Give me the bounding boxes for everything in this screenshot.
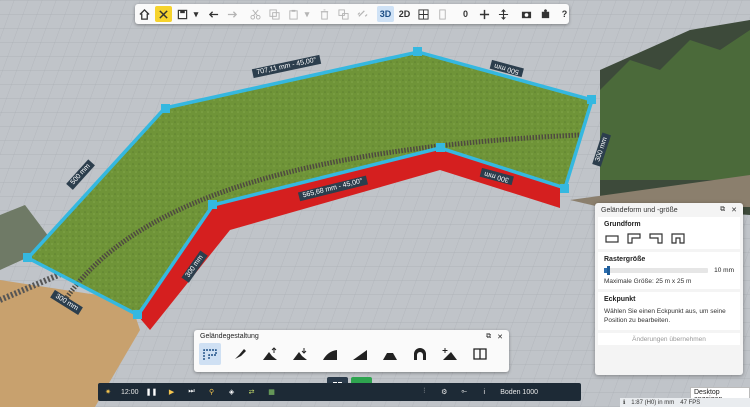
view-2d-button[interactable]: 2D xyxy=(396,6,413,22)
smooth-terrain-icon[interactable] xyxy=(319,343,341,365)
terrain-shape-tool-icon[interactable] xyxy=(199,343,221,365)
raise-terrain-icon[interactable] xyxy=(259,343,281,365)
help-button[interactable]: ? xyxy=(556,6,573,22)
shape-reverse-l-icon[interactable] xyxy=(648,232,664,245)
shape-l-icon[interactable] xyxy=(626,232,642,245)
move-icon[interactable] xyxy=(495,6,512,22)
group-icon[interactable] xyxy=(335,6,352,22)
add-terrain-icon[interactable] xyxy=(439,343,461,365)
cut-icon[interactable] xyxy=(247,6,264,22)
eckpunkt-text: Wählen Sie einen Eckpunkt aus, um seine … xyxy=(604,308,726,324)
sun-icon[interactable]: ✷ xyxy=(101,383,115,401)
delete-icon[interactable] xyxy=(316,6,333,22)
rastergroesse-heading: Rastergröße xyxy=(604,256,646,263)
sliders-icon[interactable]: ⫶ xyxy=(417,383,431,401)
close-icon[interactable]: ✕ xyxy=(731,206,737,214)
apply-changes-button[interactable]: Änderungen übernehmen xyxy=(598,333,740,345)
shape-u-icon[interactable] xyxy=(670,232,686,245)
measure-icon[interactable] xyxy=(434,6,451,22)
lower-terrain-icon[interactable] xyxy=(289,343,311,365)
eckpunkt-heading: Eckpunkt xyxy=(604,296,636,303)
fps-text: 47 FPS xyxy=(680,399,701,406)
tools-icon[interactable] xyxy=(155,6,172,22)
rastergroesse-section: Rastergröße 10 mm Maximale Größe: 25 m x… xyxy=(598,252,740,289)
right-status: ℹ 1:87 (H0) in mm 47 FPS xyxy=(620,398,750,407)
pause-icon[interactable]: ❚❚ xyxy=(145,383,159,401)
slope-terrain-icon[interactable] xyxy=(349,343,371,365)
save-icon[interactable] xyxy=(174,6,191,22)
link-icon[interactable] xyxy=(354,6,371,22)
tunnel-icon[interactable] xyxy=(409,343,431,365)
terrain-shape-panel: Geländeform und -größe ⧉ ✕ Grundform Ras… xyxy=(595,203,743,375)
chevron-down-icon[interactable]: ▾ xyxy=(304,6,310,22)
texture-library-icon[interactable] xyxy=(469,343,491,365)
chevron-down-icon[interactable]: ▾ xyxy=(193,6,199,22)
puzzle-icon[interactable] xyxy=(537,6,554,22)
layers-icon[interactable]: ◈ xyxy=(225,383,239,401)
track-icon[interactable]: ▦ xyxy=(265,383,279,401)
info-icon: ℹ xyxy=(623,400,626,406)
camera-icon[interactable] xyxy=(518,6,535,22)
fast-forward-icon[interactable]: ⏭ xyxy=(185,383,199,401)
redo-icon[interactable] xyxy=(224,6,241,22)
flatten-terrain-icon[interactable] xyxy=(379,343,401,365)
shuffle-icon[interactable]: ⇄ xyxy=(245,383,259,401)
max-size-text: Maximale Größe: 25 m x 25 m xyxy=(604,278,692,285)
panel-title: Geländeform und -größe xyxy=(601,206,678,214)
info-icon[interactable]: i xyxy=(477,383,491,401)
close-icon[interactable]: ✕ xyxy=(497,333,503,341)
gear-icon[interactable]: ⚙ xyxy=(437,383,451,401)
gg-panel-title: Geländegestaltung xyxy=(200,333,259,340)
scale-text: 1:87 (H0) in mm xyxy=(631,399,675,406)
copy-icon[interactable] xyxy=(266,6,283,22)
eckpunkt-section: Eckpunkt Wählen Sie einen Eckpunkt aus, … xyxy=(598,292,740,330)
terrain-design-panel: Geländegestaltung ⧉ ✕ xyxy=(194,330,509,372)
plus-icon[interactable] xyxy=(476,6,493,22)
paint-tool-icon[interactable] xyxy=(229,343,251,365)
grundform-section: Grundform xyxy=(598,217,740,249)
play-icon[interactable]: ▶ xyxy=(165,383,179,401)
counter-badge: 0 xyxy=(462,9,468,19)
popout-icon[interactable]: ⧉ xyxy=(486,333,491,341)
grid-size-slider[interactable] xyxy=(604,266,709,275)
status-bar: ✷ 12:00 ❚❚ ▶ ⏭ ⚲ ◈ ⇄ ▦ ⫶ ⚙ ⟜ i Boden 100… xyxy=(98,383,581,401)
slider-value: 10 mm xyxy=(714,267,734,274)
layer-label[interactable]: Boden 1000 xyxy=(500,383,538,401)
undo-icon[interactable] xyxy=(205,6,222,22)
search-icon[interactable]: ⚲ xyxy=(205,383,219,401)
view-3d-button[interactable]: 3D xyxy=(377,6,394,22)
connect-icon[interactable]: ⟜ xyxy=(457,383,471,401)
grundform-heading: Grundform xyxy=(604,221,641,228)
main-toolbar: ▾ ▾ 3D 2D 0 ? xyxy=(135,4,569,24)
paste-icon[interactable] xyxy=(285,6,302,22)
grid-icon[interactable] xyxy=(415,6,432,22)
popout-icon[interactable]: ⧉ xyxy=(720,206,725,214)
shape-rectangle-icon[interactable] xyxy=(604,232,620,245)
home-icon[interactable] xyxy=(136,6,153,22)
time-display[interactable]: 12:00 xyxy=(121,383,139,401)
slider-thumb[interactable] xyxy=(607,266,611,275)
